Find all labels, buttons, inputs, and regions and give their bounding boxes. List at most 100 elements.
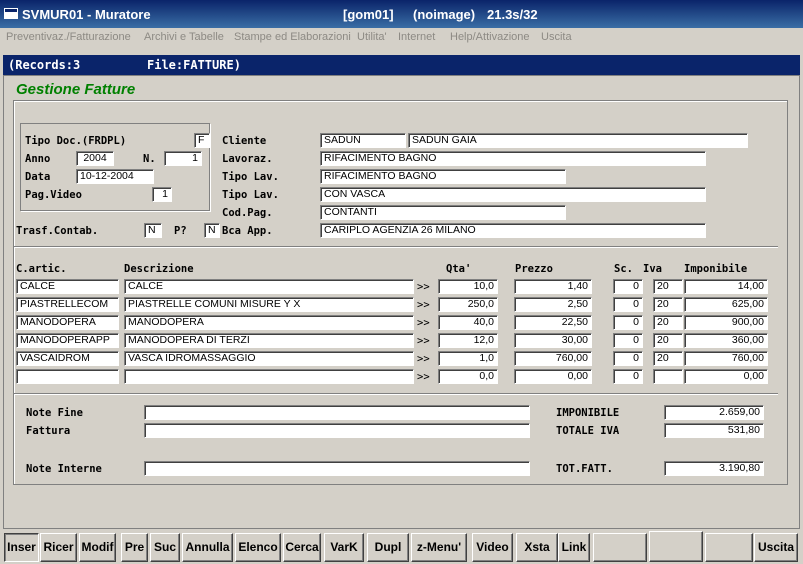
row-expand-button[interactable]: >> <box>417 353 430 365</box>
dupl-button[interactable]: Dupl <box>367 533 409 562</box>
row-iva-field[interactable]: 20 <box>653 333 683 348</box>
row-qty-field[interactable]: 1,0 <box>438 351 498 366</box>
row-expand-button[interactable]: >> <box>417 317 430 329</box>
row-tax-field[interactable]: 0,00 <box>684 369 768 384</box>
tipo-lav-field-2[interactable]: CON VASCA <box>320 187 706 202</box>
menu-preventivazione[interactable]: Preventivaz./Fatturazione <box>6 31 131 43</box>
row-qty-field[interactable]: 40,0 <box>438 315 498 330</box>
row-desc-field[interactable]: CALCE <box>124 279 414 294</box>
row-tax-field[interactable]: 900,00 <box>684 315 768 330</box>
z-menu-button[interactable]: z-Menu' <box>411 533 467 562</box>
data-label: Data <box>25 171 51 183</box>
data-field[interactable]: 10-12-2004 <box>76 169 154 184</box>
modif-button[interactable]: Modif <box>79 533 116 562</box>
cod-pag-field[interactable]: CONTANTI <box>320 205 566 220</box>
row-iva-field[interactable] <box>653 369 683 384</box>
col-tax-header: Imponibile <box>684 263 748 275</box>
row-code-field[interactable]: PIASTRELLECOM <box>16 297 119 312</box>
cliente-name-field[interactable]: SADUN GAIA <box>408 133 748 148</box>
row-price-field[interactable]: 1,40 <box>514 279 592 294</box>
blank-3-button[interactable] <box>705 533 753 562</box>
video-button[interactable]: Video <box>472 533 513 562</box>
row-qty-field[interactable]: 10,0 <box>438 279 498 294</box>
pag-video-field[interactable]: 1 <box>152 187 172 202</box>
menu-internet[interactable]: Internet <box>398 31 435 43</box>
bca-app-label: Bca App. <box>222 225 273 237</box>
row-desc-field[interactable]: PIASTRELLE COMUNI MISURE Y X <box>124 297 414 312</box>
row-code-field[interactable]: CALCE <box>16 279 119 294</box>
row-disc-field[interactable]: 0 <box>613 369 643 384</box>
row-price-field[interactable]: 30,00 <box>514 333 592 348</box>
menu-utilita[interactable]: Utilita' <box>357 31 387 43</box>
row-disc-field[interactable]: 0 <box>613 279 643 294</box>
row-desc-field[interactable]: MANODOPERA <box>124 315 414 330</box>
window-icon[interactable] <box>4 8 18 19</box>
row-price-field[interactable]: 0,00 <box>514 369 592 384</box>
uscita-button[interactable]: Uscita <box>754 533 798 562</box>
title-bar: SVMUR01 - Muratore [gom01] (noimage) 21.… <box>0 0 803 28</box>
row-tax-field[interactable]: 360,00 <box>684 333 768 348</box>
row-expand-button[interactable]: >> <box>417 299 430 311</box>
totale-iva-field[interactable]: 531,80 <box>664 423 764 438</box>
bca-app-field[interactable]: CARIPLO AGENZIA 26 MILANO <box>320 223 706 238</box>
file-label: File:FATTURE) <box>147 58 241 72</box>
menu-archivi[interactable]: Archivi e Tabelle <box>144 31 224 43</box>
blank-1-button[interactable] <box>593 533 647 562</box>
row-disc-field[interactable]: 0 <box>613 315 643 330</box>
ricer-button[interactable]: Ricer <box>40 533 77 562</box>
suc-button[interactable]: Suc <box>150 533 180 562</box>
row-expand-button[interactable]: >> <box>417 281 430 293</box>
annulla-button[interactable]: Annulla <box>182 533 233 562</box>
row-code-field[interactable] <box>16 369 119 384</box>
row-iva-field[interactable]: 20 <box>653 297 683 312</box>
menu-help[interactable]: Help/Attivazione <box>450 31 530 43</box>
tot-fatt-field[interactable]: 3.190,80 <box>664 461 764 476</box>
menu-uscita[interactable]: Uscita <box>541 31 572 43</box>
tipo-lav-field-1[interactable]: RIFACIMENTO BAGNO <box>320 169 566 184</box>
row-desc-field[interactable]: MANODOPERA DI TERZI <box>124 333 414 348</box>
menu-stampe[interactable]: Stampe ed Elaborazioni <box>234 31 351 43</box>
imponibile-total-field[interactable]: 2.659,00 <box>664 405 764 420</box>
row-code-field[interactable]: MANODOPERAPP <box>16 333 119 348</box>
row-disc-field[interactable]: 0 <box>613 351 643 366</box>
lavoraz-field[interactable]: RIFACIMENTO BAGNO <box>320 151 706 166</box>
row-price-field[interactable]: 2,50 <box>514 297 592 312</box>
row-tax-field[interactable]: 760,00 <box>684 351 768 366</box>
row-iva-field[interactable]: 20 <box>653 279 683 294</box>
trasf-contab-field[interactable]: N <box>144 223 162 238</box>
row-price-field[interactable]: 760,00 <box>514 351 592 366</box>
row-desc-field[interactable] <box>124 369 414 384</box>
cliente-code-field[interactable]: SADUN <box>320 133 406 148</box>
row-qty-field[interactable]: 12,0 <box>438 333 498 348</box>
numero-field[interactable]: 1 <box>164 151 202 166</box>
inser-button[interactable]: Inser <box>4 533 39 562</box>
row-expand-button[interactable]: >> <box>417 371 430 383</box>
note-interne-field[interactable] <box>144 461 530 476</box>
row-code-field[interactable]: MANODOPERA <box>16 315 119 330</box>
blank-2-button[interactable] <box>649 531 703 562</box>
link-button[interactable]: Link <box>558 533 590 562</box>
pre-button[interactable]: Pre <box>121 533 148 562</box>
row-disc-field[interactable]: 0 <box>613 297 643 312</box>
vark-button[interactable]: VarK <box>324 533 364 562</box>
p-field[interactable]: N <box>204 223 220 238</box>
row-qty-field[interactable]: 250,0 <box>438 297 498 312</box>
note-interne-label: Note Interne <box>26 463 102 475</box>
row-code-field[interactable]: VASCAIDROM <box>16 351 119 366</box>
row-iva-field[interactable]: 20 <box>653 315 683 330</box>
elenco-button[interactable]: Elenco <box>235 533 281 562</box>
row-desc-field[interactable]: VASCA IDROMASSAGGIO <box>124 351 414 366</box>
note-fine-field-1[interactable] <box>144 405 530 420</box>
row-iva-field[interactable]: 20 <box>653 351 683 366</box>
anno-field[interactable]: 2004 <box>76 151 114 166</box>
row-expand-button[interactable]: >> <box>417 335 430 347</box>
row-price-field[interactable]: 22,50 <box>514 315 592 330</box>
cerca-button[interactable]: Cerca <box>283 533 321 562</box>
tipo-doc-field[interactable]: F <box>194 133 210 148</box>
row-tax-field[interactable]: 625,00 <box>684 297 768 312</box>
row-tax-field[interactable]: 14,00 <box>684 279 768 294</box>
xsta-button[interactable]: Xsta <box>516 533 558 562</box>
row-disc-field[interactable]: 0 <box>613 333 643 348</box>
row-qty-field[interactable]: 0,0 <box>438 369 498 384</box>
note-fine-field-2[interactable] <box>144 423 530 438</box>
